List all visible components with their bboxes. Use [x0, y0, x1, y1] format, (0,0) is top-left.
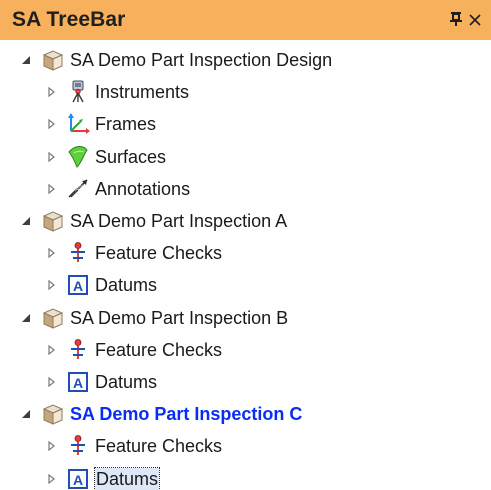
tree-node-label[interactable]: Datums — [95, 274, 157, 296]
expand-toggle-icon[interactable] — [44, 182, 58, 196]
treebar-panel: SA TreeBar SA Demo Part Inspection Desig… — [0, 0, 491, 490]
tree-node-child[interactable]: A Datums — [0, 269, 491, 301]
tree-node-label[interactable]: SA Demo Part Inspection A — [70, 210, 287, 232]
surface-icon — [64, 143, 92, 171]
pin-glyph-icon — [450, 11, 462, 26]
tree-node-child[interactable]: Feature Checks — [0, 430, 491, 462]
feature-check-icon — [64, 239, 92, 267]
expand-toggle-icon[interactable] — [44, 439, 58, 453]
tree-view: SA Demo Part Inspection Design Instrumen… — [0, 40, 491, 490]
tree-node-child[interactable]: A Datums — [0, 462, 491, 490]
expand-toggle-icon[interactable] — [44, 150, 58, 164]
tree-node-child[interactable]: Annotations — [0, 173, 491, 205]
tree-node-child[interactable]: Feature Checks — [0, 334, 491, 366]
tree-node-part[interactable]: SA Demo Part Inspection A — [0, 205, 491, 237]
svg-text:A: A — [73, 472, 83, 488]
svg-text:A: A — [73, 375, 83, 391]
titlebar: SA TreeBar — [0, 0, 491, 40]
tree-node-label[interactable]: Surfaces — [95, 146, 166, 168]
datum-icon: A — [64, 465, 92, 490]
tree-node-part[interactable]: SA Demo Part Inspection Design — [0, 44, 491, 76]
tree-node-label[interactable]: Datums — [93, 466, 161, 490]
tree-node-label[interactable]: Instruments — [95, 81, 189, 103]
tree-node-part[interactable]: SA Demo Part Inspection B — [0, 302, 491, 334]
tree-node-label[interactable]: Frames — [95, 113, 156, 135]
expand-toggle-icon[interactable] — [44, 472, 58, 486]
expand-toggle-icon[interactable] — [19, 311, 33, 325]
tree-node-label[interactable]: Feature Checks — [95, 339, 222, 361]
tree-node-label[interactable]: Datums — [95, 371, 157, 393]
title-controls — [450, 11, 481, 30]
close-glyph-icon — [469, 14, 481, 26]
tree-node-label[interactable]: Feature Checks — [95, 435, 222, 457]
close-icon[interactable] — [469, 11, 481, 29]
panel-title: SA TreeBar — [12, 8, 126, 31]
tree-node-label[interactable]: SA Demo Part Inspection C — [70, 403, 302, 425]
tree-node-child[interactable]: Feature Checks — [0, 237, 491, 269]
part-box-icon — [39, 400, 67, 428]
part-box-icon — [39, 304, 67, 332]
tree-node-label[interactable]: SA Demo Part Inspection Design — [70, 49, 332, 71]
expand-toggle-icon[interactable] — [44, 246, 58, 260]
expand-toggle-icon[interactable] — [19, 53, 33, 67]
expand-toggle-icon[interactable] — [44, 117, 58, 131]
svg-text:A: A — [73, 278, 83, 294]
frame-axes-icon — [64, 110, 92, 138]
feature-check-icon — [64, 432, 92, 460]
tree-node-child[interactable]: Surfaces — [0, 141, 491, 173]
part-box-icon — [39, 207, 67, 235]
annotation-icon — [64, 175, 92, 203]
tree-node-child[interactable]: Frames — [0, 108, 491, 140]
expand-toggle-icon[interactable] — [19, 407, 33, 421]
part-box-icon — [39, 46, 67, 74]
expand-toggle-icon[interactable] — [19, 214, 33, 228]
expand-toggle-icon[interactable] — [44, 343, 58, 357]
expand-toggle-icon[interactable] — [44, 85, 58, 99]
datum-icon: A — [64, 368, 92, 396]
tree-node-child[interactable]: A Datums — [0, 366, 491, 398]
pin-icon[interactable] — [450, 11, 462, 30]
expand-toggle-icon[interactable] — [44, 375, 58, 389]
feature-check-icon — [64, 336, 92, 364]
tree-node-label[interactable]: SA Demo Part Inspection B — [70, 307, 288, 329]
expand-toggle-icon[interactable] — [44, 278, 58, 292]
tree-node-label[interactable]: Annotations — [95, 178, 190, 200]
datum-icon: A — [64, 271, 92, 299]
tree-node-label[interactable]: Feature Checks — [95, 242, 222, 264]
instrument-icon — [64, 78, 92, 106]
tree-node-part[interactable]: SA Demo Part Inspection C — [0, 398, 491, 430]
tree-node-child[interactable]: Instruments — [0, 76, 491, 108]
